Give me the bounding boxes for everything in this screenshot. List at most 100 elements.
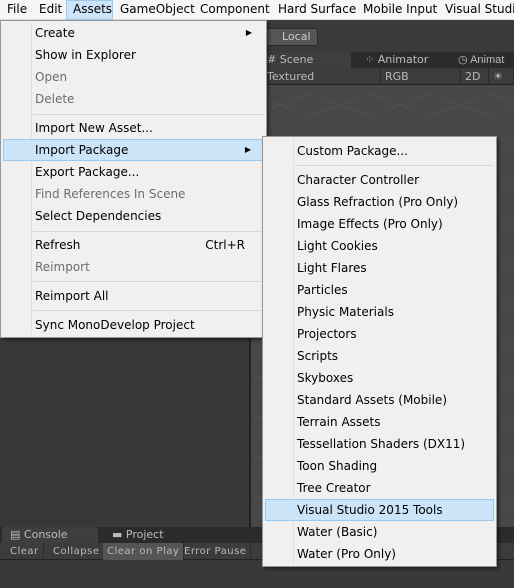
label: Standard Assets (Mobile) [297, 393, 447, 407]
menu-item-import-new-asset[interactable]: Import New Asset... [3, 117, 264, 139]
collapse-button[interactable]: Collapse [49, 543, 105, 560]
assets-menu: Create ▶ Show in Explorer Open Delete Imp… [0, 20, 267, 338]
menu-item-reimport[interactable]: Reimport [3, 256, 264, 278]
import-item-light-flares[interactable]: Light Flares [265, 257, 494, 279]
label: Reimport [35, 260, 90, 274]
import-item-water-pro-only[interactable]: Water (Pro Only) [265, 543, 494, 565]
menu-item-import-package[interactable]: Import Package ▶ [3, 139, 264, 161]
color-mode-dropdown[interactable]: RGB [381, 68, 461, 85]
label: Image Effects (Pro Only) [297, 217, 443, 231]
clear-on-play-button[interactable]: Clear on Play [103, 543, 185, 560]
import-item-terrain-assets[interactable]: Terrain Assets [265, 411, 494, 433]
import-item-physic-materials[interactable]: Physic Materials [265, 301, 494, 323]
menu-component[interactable]: Component [200, 0, 270, 20]
import-item-skyboxes[interactable]: Skyboxes [265, 367, 494, 389]
menu-item-show-in-explorer[interactable]: Show in Explorer [3, 44, 264, 66]
animator-icon: ⁘ [365, 53, 375, 66]
tab-console-label: Console [23, 528, 68, 541]
import-item-water-basic[interactable]: Water (Basic) [265, 521, 494, 543]
menu-visual-studio[interactable]: Visual Studio [445, 0, 514, 20]
label: Scripts [297, 349, 339, 363]
menu-mobile-input[interactable]: Mobile Input [363, 0, 437, 20]
import-item-tree-creator[interactable]: Tree Creator [265, 477, 494, 499]
label: Custom Package... [297, 144, 408, 158]
label: Particles [297, 283, 348, 297]
tab-project[interactable]: ▬ Project [108, 527, 164, 543]
menu-separator [33, 114, 264, 115]
import-package-submenu: Custom Package... Character Controller Gla… [262, 136, 497, 567]
tab-scene[interactable]: # Scene [263, 52, 351, 68]
console-icon: ▤ [10, 528, 21, 541]
label: Refresh [35, 238, 81, 252]
local-button[interactable]: Local [265, 28, 318, 46]
label: Open [35, 70, 68, 84]
render-mode-dropdown[interactable]: Textured [263, 68, 381, 85]
menu-item-open[interactable]: Open [3, 66, 264, 88]
tab-scene-label: Scene [279, 53, 314, 66]
menu-separator [33, 281, 264, 282]
import-item-glass-refraction-pro-only[interactable]: Glass Refraction (Pro Only) [265, 191, 494, 213]
label: Import New Asset... [35, 121, 153, 135]
menu-assets[interactable]: Assets [66, 0, 113, 20]
label: Sync MonoDevelop Project [35, 318, 195, 332]
clock-icon: ◷ [458, 54, 468, 66]
label: Glass Refraction (Pro Only) [297, 195, 459, 209]
tab-project-label: Project [125, 528, 164, 541]
submenu-arrow-icon: ▶ [245, 28, 252, 37]
label: Import Package [35, 143, 129, 157]
menu-gameobject[interactable]: GameObject [120, 0, 195, 20]
import-item-tessellation-shaders-dx11[interactable]: Tessellation Shaders (DX11) [265, 433, 494, 455]
import-item-standard-assets-mobile[interactable]: Standard Assets (Mobile) [265, 389, 494, 411]
shortcut: Ctrl+R [205, 238, 245, 252]
menu-edit[interactable]: Edit [39, 0, 62, 20]
lighting-toggle[interactable]: ☀ [489, 68, 514, 85]
menu-file[interactable]: File [7, 0, 27, 20]
import-item-custom-package[interactable]: Custom Package... [265, 140, 494, 162]
label: Show in Explorer [35, 48, 136, 62]
label: Character Controller [297, 173, 420, 187]
tab-console[interactable]: ▤ Console [2, 527, 98, 543]
label: Water (Pro Only) [297, 547, 396, 561]
menu-separator [33, 231, 264, 232]
2d-label: 2D [465, 70, 481, 83]
menu-item-reimport-all[interactable]: Reimport All [3, 285, 264, 307]
menu-bar: File Edit Assets GameObject Component Ha… [0, 0, 514, 20]
label: Toon Shading [297, 459, 378, 473]
menu-hard-surface[interactable]: Hard Surface [278, 0, 356, 20]
menu-item-select-dependencies[interactable]: Select Dependencies [3, 205, 264, 227]
tab-animator-label: Animator [377, 53, 429, 66]
import-item-character-controller[interactable]: Character Controller [265, 169, 494, 191]
import-item-image-effects-pro-only[interactable]: Image Effects (Pro Only) [265, 213, 494, 235]
import-item-projectors[interactable]: Projectors [265, 323, 494, 345]
error-pause-button[interactable]: Error Pause [180, 543, 252, 560]
import-item-scripts[interactable]: Scripts [265, 345, 494, 367]
label: Light Cookies [297, 239, 378, 253]
label: Delete [35, 92, 75, 106]
menu-item-find-references[interactable]: Find References In Scene [3, 183, 264, 205]
label: Skyboxes [297, 371, 354, 385]
local-label: Local [282, 30, 311, 43]
menu-item-refresh[interactable]: Refresh Ctrl+R [3, 234, 264, 256]
scene-options: Textured RGB 2D ☀ [251, 68, 514, 85]
clear-button[interactable]: Clear [6, 543, 44, 560]
import-item-toon-shading[interactable]: Toon Shading [265, 455, 494, 477]
menu-item-sync-monodevelop[interactable]: Sync MonoDevelop Project [3, 314, 264, 336]
menu-item-delete[interactable]: Delete [3, 88, 264, 110]
render-mode-value: Textured [267, 70, 315, 83]
tab-animation[interactable]: ◷ Animat [454, 52, 504, 68]
menu-item-export-package[interactable]: Export Package... [3, 161, 264, 183]
import-item-light-cookies[interactable]: Light Cookies [265, 235, 494, 257]
label: Water (Basic) [297, 525, 378, 539]
import-item-visual-studio-2015-tools[interactable]: Visual Studio 2015 Tools [265, 499, 494, 521]
label: Create [35, 26, 75, 40]
tab-animation-label: Animat [470, 54, 505, 66]
2d-toggle[interactable]: 2D [461, 68, 489, 85]
label: Find References In Scene [35, 187, 186, 201]
menu-item-create[interactable]: Create ▶ [3, 22, 264, 44]
label: Reimport All [35, 289, 109, 303]
tab-animator[interactable]: ⁘ Animator [361, 52, 428, 68]
folder-icon: ▬ [112, 528, 123, 541]
color-mode-value: RGB [385, 70, 409, 83]
menu-separator [295, 165, 494, 166]
import-item-particles[interactable]: Particles [265, 279, 494, 301]
